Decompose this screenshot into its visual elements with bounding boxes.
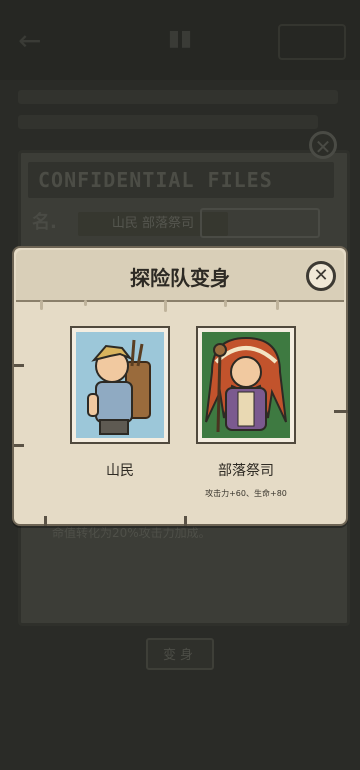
villager-icon: [87, 339, 151, 435]
background-title: ▮▮: [167, 26, 193, 51]
close-icon[interactable]: ✕: [306, 261, 336, 291]
files-banner-text: CONFIDENTIAL FILES: [38, 168, 273, 192]
background-description: 命值转化为20%攻击力加成。: [52, 526, 211, 540]
mountain-villager-portrait: [76, 332, 164, 438]
paint-drip: [84, 300, 87, 306]
transform-dialog: 探险队变身 ✕ 山民 部落祭司 攻击力+60、生命+80: [12, 246, 348, 526]
dialog-header: 探险队变身: [16, 250, 344, 302]
mountain-villager-card[interactable]: [70, 326, 170, 444]
paint-drip: [276, 300, 279, 310]
name-prefix: 名.: [32, 212, 57, 233]
paint-drip: [224, 300, 227, 307]
background-text-line: [18, 90, 338, 104]
border-tick: [14, 364, 24, 367]
transform-button[interactable]: 变身: [146, 638, 214, 670]
background-text-line: [18, 115, 318, 129]
background-portrait-thumb: [200, 208, 320, 238]
priest-icon: [205, 336, 287, 433]
border-tick: [334, 410, 348, 413]
tribal-priest-card[interactable]: [196, 326, 296, 444]
background-close-icon[interactable]: ✕: [309, 131, 337, 159]
paint-drip: [40, 300, 43, 310]
paint-drip: [164, 300, 167, 312]
background-name-row: 名. 山民 部落祭司: [32, 208, 332, 238]
dialog-title: 探险队变身: [130, 266, 230, 290]
border-tick: [44, 516, 47, 526]
tribal-priest-portrait: [202, 332, 290, 438]
tribal-priest-label: 部落祭司: [218, 463, 274, 479]
arrow-left-icon[interactable]: ←: [18, 27, 60, 55]
mountain-villager-label: 山民: [106, 463, 134, 479]
border-tick: [14, 444, 24, 447]
border-tick: [184, 516, 187, 526]
tribal-priest-stats: 攻击力+60、生命+80: [205, 489, 287, 498]
background-top-right-button[interactable]: [278, 24, 346, 60]
